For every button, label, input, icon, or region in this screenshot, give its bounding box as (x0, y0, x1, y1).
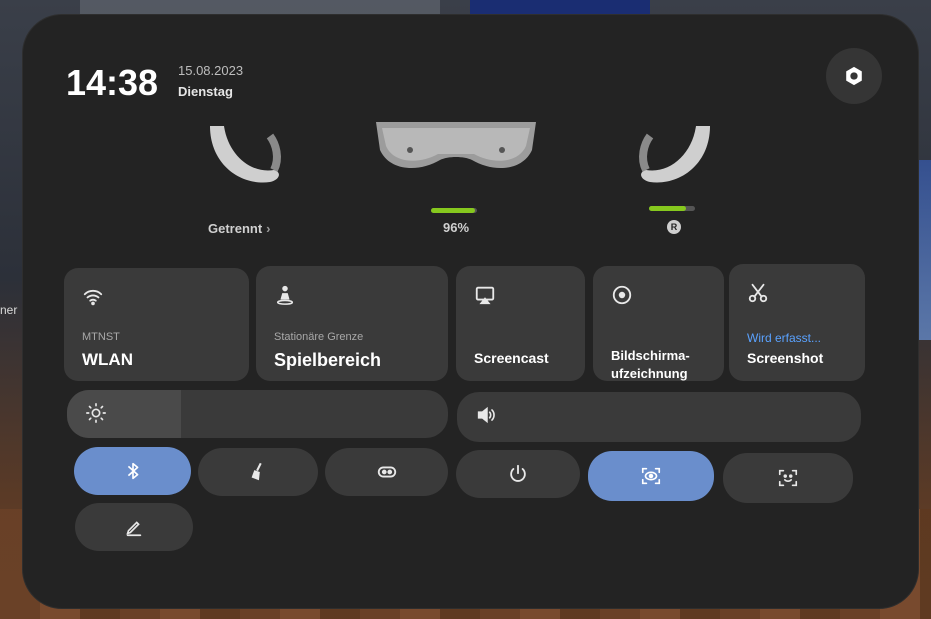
left-controller-status-label: Getrennt (208, 221, 263, 236)
spielbereich-tile[interactable]: Stationäre Grenze Spielbereich (256, 266, 448, 381)
headset-icon (376, 122, 536, 169)
cleanup-toggle[interactable] (198, 448, 318, 496)
volume-icon (477, 406, 495, 424)
vr-mode-toggle[interactable] (325, 448, 448, 496)
clock-day: Dienstag (178, 84, 233, 99)
wlan-tile[interactable]: MTNST WLAN (64, 268, 249, 381)
scissors-icon (748, 283, 768, 303)
bluetooth-icon (127, 462, 138, 480)
right-controller[interactable] (630, 124, 720, 194)
left-controller-icon (210, 126, 281, 183)
screencast-label: Screencast (474, 350, 549, 366)
edit-button[interactable] (75, 503, 193, 551)
brightness-slider[interactable] (67, 390, 448, 438)
screen-recording-tile[interactable]: Bildschirma- ufzeichnung (593, 266, 724, 381)
screenshot-label: Screenshot (747, 350, 824, 366)
eye-tracking-icon (641, 467, 661, 485)
wlan-network-name: MTNST (82, 331, 120, 343)
right-controller-icon (639, 126, 710, 183)
power-icon (510, 464, 526, 482)
power-button[interactable] (456, 450, 580, 498)
headset-battery-label: 96% (443, 220, 470, 235)
headset-battery-bar (431, 208, 476, 213)
settings-button[interactable] (826, 48, 882, 104)
clock-date: 15.08.2023 (178, 63, 244, 78)
settings-icon (846, 66, 862, 86)
headset[interactable] (372, 120, 540, 175)
right-controller-badge: R (667, 220, 681, 234)
boundary-person-icon (276, 285, 294, 305)
wifi-icon (83, 289, 103, 306)
vr-goggles-icon (377, 466, 396, 478)
screenshot-tile[interactable]: Wird erfasst... Screenshot (729, 264, 865, 381)
wlan-label: WLAN (82, 350, 133, 369)
eye-tracking-toggle[interactable] (588, 451, 714, 501)
background-text: ner (0, 303, 18, 317)
record-icon (612, 285, 632, 305)
boundary-type: Stationäre Grenze (274, 331, 364, 343)
broom-icon (251, 462, 262, 481)
left-controller[interactable] (200, 124, 290, 194)
bluetooth-toggle[interactable] (74, 447, 191, 495)
spielbereich-label: Spielbereich (274, 350, 382, 370)
screen-recording-label-line2: ufzeichnung (611, 366, 688, 381)
right-controller-battery-bar (649, 206, 686, 211)
face-tracking-icon (778, 469, 798, 487)
screen-recording-label-line1: Bildschirma- (611, 348, 690, 363)
pencil-icon (126, 521, 142, 537)
volume-slider[interactable] (457, 392, 861, 442)
clock-time: 14:38 (66, 62, 159, 103)
screencast-tile[interactable]: Screencast (456, 266, 585, 381)
cast-icon (475, 286, 495, 305)
screenshot-status: Wird erfasst... (747, 331, 822, 345)
brightness-icon (86, 403, 106, 423)
face-tracking-toggle[interactable] (723, 453, 853, 503)
chevron-right-icon: › (266, 221, 271, 236)
left-controller-status[interactable]: Getrennt › (208, 221, 271, 236)
